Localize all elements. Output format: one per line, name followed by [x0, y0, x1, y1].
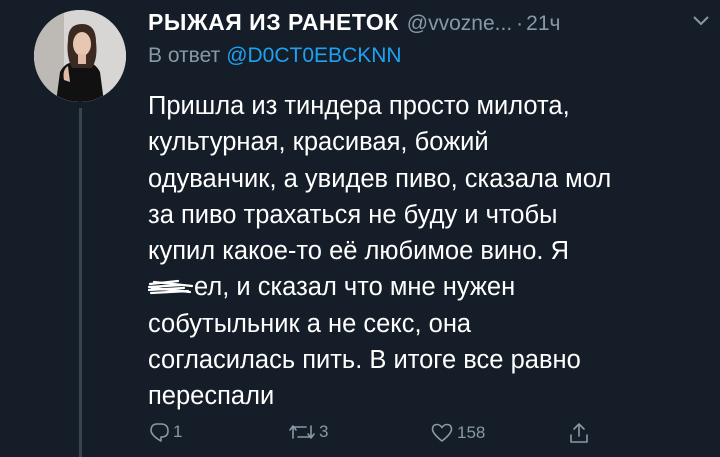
like-count: 158 [457, 422, 486, 442]
like-button[interactable]: 158 [430, 422, 485, 443]
more-options-button[interactable] [692, 14, 710, 28]
tweet-text-line: купил какое-то её любимое вино. Я [148, 237, 569, 266]
separator-dot: · [516, 12, 524, 35]
tweet-header: РЫЖАЯ ИЗ РАНЕТОК @vvozne... · 21ч [148, 8, 560, 38]
chevron-down-icon [693, 16, 709, 26]
tweet-text-line: культурная, красивая, божий [148, 128, 489, 157]
retweet-icon [289, 425, 315, 439]
tweet-text-line: одуванчик, а увидев пиво, сказала мол [148, 164, 612, 193]
redaction-scribble [148, 280, 194, 295]
tweet-text-line: переспали [148, 382, 275, 411]
tweet-text-line: за пиво трахаться не буду и чтобы [148, 200, 558, 229]
reply-to-handle[interactable]: @D0CT0EBCKNN [226, 44, 401, 67]
reply-label: В ответ [148, 44, 221, 67]
like-icon [431, 423, 453, 442]
author-handle[interactable]: @vvozne... [407, 12, 512, 35]
tweet-body: Пришла из тиндера просто милота, культур… [148, 88, 708, 415]
tweet-text-line: Пришла из тиндера просто милота, [148, 92, 570, 120]
tweet-time[interactable]: 21ч [526, 12, 560, 35]
tweet-card[interactable]: РЫЖАЯ ИЗ РАНЕТОК @vvozne... · 21ч В ответ @D… [0, 0, 720, 457]
reply-context: В ответ @D0CT0EBCKNN [148, 42, 402, 70]
tweet-text-line-redacted: ел, и сказал что мне нужен [148, 269, 708, 305]
retweet-count: 3 [319, 422, 329, 441]
tweet-text-line: собутыльник а не секс, она [148, 309, 472, 338]
avatar-photo [34, 10, 126, 102]
avatar[interactable] [34, 10, 126, 102]
tweet-text-line: ел, и сказал что мне нужен [194, 273, 516, 302]
reply-button[interactable]: 1 [148, 422, 182, 442]
author-name[interactable]: РЫЖАЯ ИЗ РАНЕТОК [148, 9, 399, 35]
share-icon [570, 423, 588, 443]
retweet-button[interactable]: 3 [288, 422, 328, 442]
tweet-text-line: согласилась пить. В итоге все равно [148, 346, 581, 375]
thread-line [79, 108, 82, 457]
tweet-actions: 1 3 158 [0, 418, 720, 457]
reply-icon [150, 423, 169, 442]
reply-count: 1 [173, 422, 183, 441]
share-button[interactable] [568, 422, 590, 444]
